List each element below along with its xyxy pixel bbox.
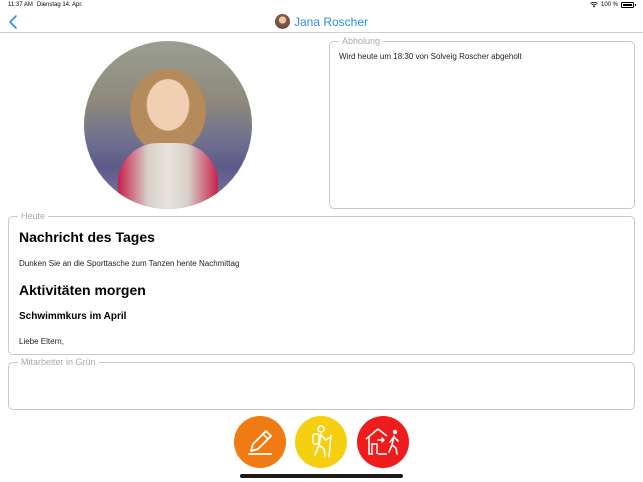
activity-text: Liebe Eltern, <box>19 337 64 346</box>
home-indicator[interactable] <box>240 474 403 478</box>
pickup-text: Wird heute um 18:30 von Solveig Roscher … <box>339 52 522 61</box>
hike-button[interactable] <box>295 416 347 468</box>
edit-button[interactable] <box>234 416 286 468</box>
status-bar: 11:37 AM Dienstag 14. Apr. 100 % <box>0 0 643 12</box>
activity-title: Schwimmkurs im April <box>19 311 127 322</box>
pickup-legend: Abholung <box>339 35 384 47</box>
today-section: Heute Nachricht des Tages Dunken Sie an … <box>8 210 635 355</box>
message-text: Dunken Sie an die Sporttasche zum Tanzen… <box>19 259 240 268</box>
child-photo <box>84 41 252 209</box>
wifi-icon <box>590 2 598 8</box>
message-heading: Nachricht des Tages <box>19 229 155 245</box>
pickup-section: Abholung Wird heute um 18:30 von Solveig… <box>329 35 635 209</box>
activities-heading: Aktivitäten morgen <box>19 282 146 298</box>
battery-percent: 100 % <box>600 2 618 8</box>
battery-icon <box>621 2 636 8</box>
status-indicators: 100 % <box>590 2 636 8</box>
avatar <box>274 14 290 29</box>
staff-section: Mitarbeiter in Grün <box>8 356 635 410</box>
today-legend: Heute <box>18 210 49 222</box>
staff-legend: Mitarbeiter in Grün <box>18 356 99 368</box>
leave-house-icon <box>365 428 399 455</box>
status-time: 11:37 AM <box>8 2 33 8</box>
pencil-icon <box>248 430 272 455</box>
status-date: Dienstag 14. Apr. <box>37 2 83 8</box>
nav-bar: Jana Roscher <box>0 12 643 33</box>
hiker-icon <box>312 425 332 458</box>
child-name: Jana Roscher <box>293 14 369 29</box>
nav-title: Jana Roscher <box>0 14 643 29</box>
leave-button[interactable] <box>357 416 409 468</box>
